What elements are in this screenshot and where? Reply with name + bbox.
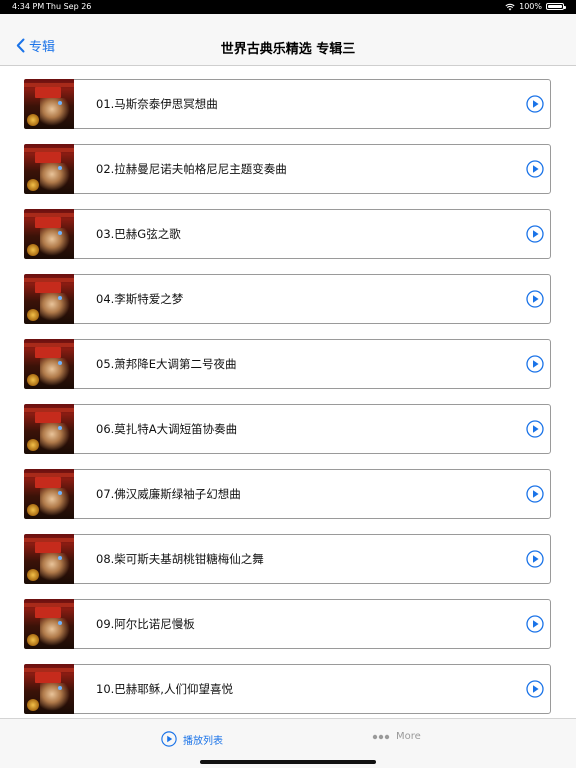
battery-percent: 100% (519, 2, 542, 11)
album-cover (24, 404, 74, 454)
track-title: 03.巴赫G弦之歌 (96, 227, 181, 241)
status-date: Thu Sep 26 (46, 2, 92, 11)
play-circle-icon[interactable] (526, 95, 544, 113)
navigation-bar: 专辑 世界古典乐精选 专辑三 (0, 14, 576, 66)
status-bar: 4:34 PM Thu Sep 26 100% (0, 0, 576, 14)
tab-more-label: More (396, 731, 421, 742)
play-circle-icon[interactable] (526, 615, 544, 633)
tab-more[interactable]: More (372, 731, 421, 742)
track-list: 01.马斯奈泰伊思冥想曲 02.拉赫曼尼诺夫帕格尼尼主题变奏曲 03.巴赫G弦之… (0, 66, 576, 718)
track-title: 06.莫扎特A大调短笛协奏曲 (96, 422, 238, 436)
play-circle-icon[interactable] (526, 160, 544, 178)
play-circle-icon (161, 731, 177, 747)
track-row[interactable]: 01.马斯奈泰伊思冥想曲 (24, 79, 551, 129)
track-title: 08.柴可斯夫基胡桃钳糖梅仙之舞 (96, 552, 264, 566)
tab-playlist-label: 播放列表 (183, 735, 223, 747)
track-row[interactable]: 05.萧邦降E大调第二号夜曲 (24, 339, 551, 389)
play-circle-icon[interactable] (526, 550, 544, 568)
wifi-icon (505, 3, 515, 10)
track-row[interactable]: 08.柴可斯夫基胡桃钳糖梅仙之舞 (24, 534, 551, 584)
track-row[interactable]: 02.拉赫曼尼诺夫帕格尼尼主题变奏曲 (24, 144, 551, 194)
play-circle-icon[interactable] (526, 420, 544, 438)
album-cover (24, 599, 74, 649)
tab-playlist[interactable]: 播放列表 (161, 731, 223, 747)
track-row[interactable]: 10.巴赫耶稣,人们仰望喜悦 (24, 664, 551, 714)
track-title: 05.萧邦降E大调第二号夜曲 (96, 357, 237, 371)
page-title: 世界古典乐精选 专辑三 (220, 42, 356, 57)
track-row[interactable]: 04.李斯特爱之梦 (24, 274, 551, 324)
status-right: 100% (505, 2, 566, 11)
status-time: 4:34 PM (12, 2, 45, 11)
battery-icon (546, 3, 566, 10)
track-row[interactable]: 06.莫扎特A大调短笛协奏曲 (24, 404, 551, 454)
track-title: 01.马斯奈泰伊思冥想曲 (96, 97, 218, 111)
album-cover (24, 274, 74, 324)
play-circle-icon[interactable] (526, 290, 544, 308)
track-title: 07.佛汉威廉斯绿袖子幻想曲 (96, 487, 241, 501)
album-cover (24, 79, 74, 129)
track-title: 02.拉赫曼尼诺夫帕格尼尼主题变奏曲 (96, 162, 287, 176)
track-title: 10.巴赫耶稣,人们仰望喜悦 (96, 682, 233, 696)
track-title: 04.李斯特爱之梦 (96, 292, 184, 306)
track-title: 09.阿尔比诺尼慢板 (96, 617, 195, 631)
ellipsis-icon (372, 734, 390, 739)
play-circle-icon[interactable] (526, 225, 544, 243)
play-circle-icon[interactable] (526, 485, 544, 503)
album-cover (24, 664, 74, 714)
play-circle-icon[interactable] (526, 680, 544, 698)
album-cover (24, 534, 74, 584)
track-row[interactable]: 07.佛汉威廉斯绿袖子幻想曲 (24, 469, 551, 519)
play-circle-icon[interactable] (526, 355, 544, 373)
album-cover (24, 339, 74, 389)
track-row[interactable]: 03.巴赫G弦之歌 (24, 209, 551, 259)
album-cover (24, 144, 74, 194)
track-row[interactable]: 09.阿尔比诺尼慢板 (24, 599, 551, 649)
home-indicator[interactable] (200, 760, 376, 764)
album-cover (24, 209, 74, 259)
album-cover (24, 469, 74, 519)
